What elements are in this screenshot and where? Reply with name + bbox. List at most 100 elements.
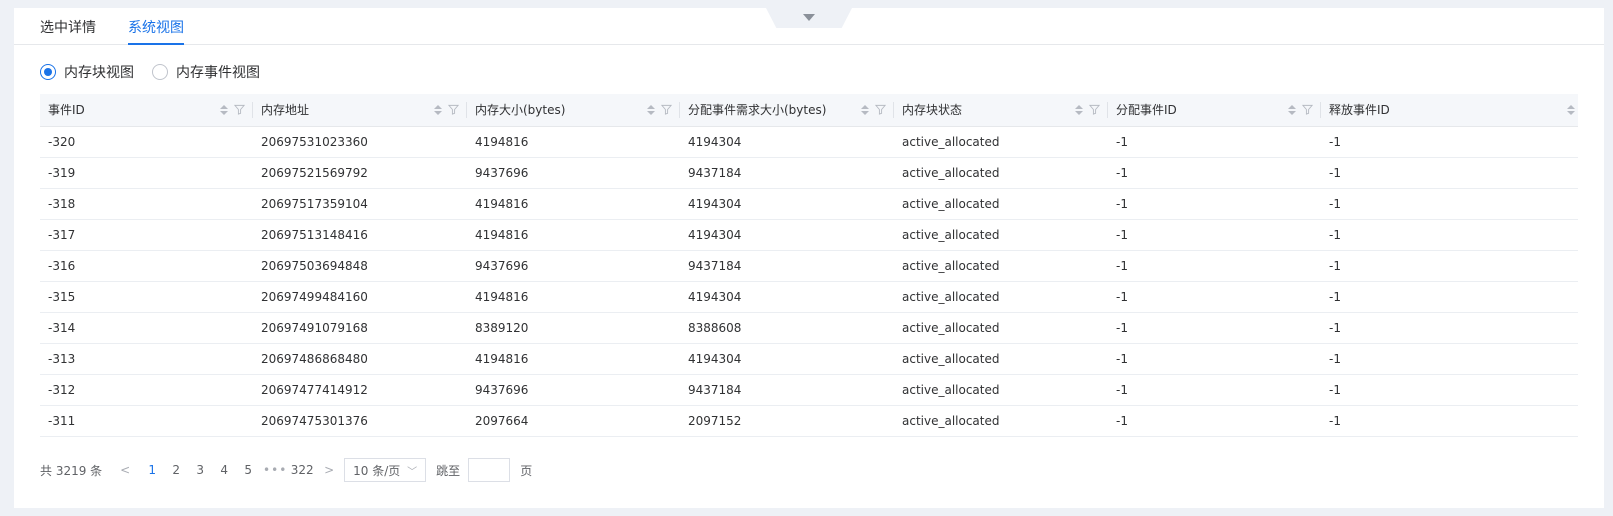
- filter-icon[interactable]: [875, 104, 886, 115]
- radio-checked-icon: [40, 64, 56, 80]
- table-cell: -317: [40, 219, 253, 251]
- column-header[interactable]: 事件ID: [40, 94, 253, 127]
- column-header[interactable]: 分配事件ID: [1108, 94, 1321, 127]
- column-header[interactable]: 分配事件需求大小(bytes): [680, 94, 894, 127]
- table-cell: -1: [1321, 374, 1578, 406]
- sort-icon[interactable]: [861, 104, 869, 115]
- column-header-label: 事件ID: [48, 103, 85, 118]
- filter-icon[interactable]: [448, 104, 459, 115]
- sort-icon[interactable]: [220, 104, 228, 115]
- filter-icon[interactable]: [1302, 104, 1313, 115]
- table-cell: 4194816: [467, 343, 680, 375]
- view-mode-radio-group: 内存块视图 内存事件视图: [40, 62, 260, 82]
- table-row[interactable]: -319 20697521569792 9437696 9437184 active_a…: [40, 157, 1578, 189]
- tab-system-view[interactable]: 系统视图: [128, 8, 184, 45]
- radio-memory-event-view[interactable]: 内存事件视图: [152, 62, 260, 82]
- caret-down-icon: [803, 14, 815, 21]
- table-cell: -1: [1108, 250, 1321, 282]
- table-cell: -318: [40, 188, 253, 220]
- table-cell: 4194816: [467, 188, 680, 220]
- filter-icon[interactable]: [661, 104, 672, 115]
- sort-icon[interactable]: [647, 104, 655, 115]
- collapse-panel-button[interactable]: [766, 8, 852, 28]
- table-row[interactable]: -320 20697531023360 4194816 4194304 active_a…: [40, 126, 1578, 158]
- table-cell: -315: [40, 281, 253, 313]
- table-cell: 4194304: [680, 343, 894, 375]
- table-cell: -1: [1321, 312, 1578, 344]
- table-row[interactable]: -313 20697486868480 4194816 4194304 active_a…: [40, 343, 1578, 375]
- table-cell: active_allocated: [894, 281, 1108, 313]
- table-cell: -312: [40, 374, 253, 406]
- radio-memory-block-view[interactable]: 内存块视图: [40, 62, 134, 82]
- table-row[interactable]: -314 20697491079168 8389120 8388608 active_a…: [40, 312, 1578, 344]
- table-cell: 4194304: [680, 188, 894, 220]
- memory-block-table: 事件ID 内存地址 内存大小(bytes) 分配事件需求大小(bytes) 内存块状态 分…: [40, 94, 1578, 437]
- table-cell: 20697499484160: [253, 281, 467, 313]
- tab-selected-details[interactable]: 选中详情: [40, 8, 96, 44]
- table-cell: -319: [40, 157, 253, 189]
- column-header-label: 分配事件ID: [1116, 103, 1177, 118]
- table-cell: 9437184: [680, 157, 894, 189]
- table-cell: -1: [1321, 281, 1578, 313]
- table-cell: 20697503694848: [253, 250, 467, 282]
- table-cell: active_allocated: [894, 126, 1108, 158]
- sort-icon[interactable]: [434, 104, 442, 115]
- table-cell: 8389120: [467, 312, 680, 344]
- page-1[interactable]: 1: [140, 463, 164, 477]
- goto-label: 跳至: [436, 463, 461, 478]
- table-cell: -1: [1108, 219, 1321, 251]
- column-header[interactable]: 内存地址: [253, 94, 467, 127]
- goto-unit: 页: [520, 463, 533, 478]
- table-cell: 20697475301376: [253, 405, 467, 437]
- table-cell: active_allocated: [894, 250, 1108, 282]
- chevron-left-icon[interactable]: <: [116, 463, 134, 477]
- table-cell: -313: [40, 343, 253, 375]
- column-header-label: 内存地址: [261, 103, 310, 118]
- table-cell: 9437696: [467, 157, 680, 189]
- page-2[interactable]: 2: [164, 463, 188, 477]
- page-size-select[interactable]: 10 条/页 ﹀: [344, 458, 427, 482]
- chevron-down-icon: ﹀: [407, 466, 418, 478]
- chevron-right-icon[interactable]: >: [320, 463, 338, 477]
- memory-table-container[interactable]: 事件ID 内存地址 内存大小(bytes) 分配事件需求大小(bytes) 内存块状态 分…: [40, 94, 1578, 437]
- table-cell: 4194304: [680, 126, 894, 158]
- table-body: -320 20697531023360 4194816 4194304 active_a…: [40, 126, 1578, 437]
- table-cell: 4194816: [467, 281, 680, 313]
- table-cell: 4194304: [680, 219, 894, 251]
- table-cell: -1: [1108, 281, 1321, 313]
- table-cell: -1: [1321, 157, 1578, 189]
- table-row[interactable]: -316 20697503694848 9437696 9437184 active_a…: [40, 250, 1578, 282]
- sort-icon[interactable]: [1075, 104, 1083, 115]
- table-cell: 20697491079168: [253, 312, 467, 344]
- sort-icon[interactable]: [1288, 104, 1296, 115]
- sort-icon[interactable]: [1567, 104, 1575, 115]
- page-4[interactable]: 4: [212, 463, 236, 477]
- table-row[interactable]: -312 20697477414912 9437696 9437184 active_a…: [40, 374, 1578, 406]
- column-header[interactable]: 内存块状态: [894, 94, 1108, 127]
- filter-icon[interactable]: [1089, 104, 1100, 115]
- table-cell: 20697477414912: [253, 374, 467, 406]
- table-cell: -1: [1108, 374, 1321, 406]
- table-row[interactable]: -318 20697517359104 4194816 4194304 active_a…: [40, 188, 1578, 220]
- more-pages-icon[interactable]: •••: [260, 463, 290, 477]
- table-cell: active_allocated: [894, 343, 1108, 375]
- table-row[interactable]: -315 20697499484160 4194816 4194304 active_a…: [40, 281, 1578, 313]
- table-header-row: 事件ID 内存地址 内存大小(bytes) 分配事件需求大小(bytes) 内存块状态 分…: [40, 94, 1578, 127]
- column-header[interactable]: 释放事件ID: [1321, 94, 1578, 127]
- page-5[interactable]: 5: [236, 463, 260, 477]
- column-header-label: 内存大小(bytes): [475, 103, 566, 118]
- column-header[interactable]: 内存大小(bytes): [467, 94, 680, 127]
- page-3[interactable]: 3: [188, 463, 212, 477]
- table-cell: 2097152: [680, 405, 894, 437]
- table-cell: 20697513148416: [253, 219, 467, 251]
- page-last[interactable]: 322: [290, 463, 314, 477]
- table-cell: -1: [1108, 157, 1321, 189]
- table-cell: -314: [40, 312, 253, 344]
- table-cell: 9437184: [680, 250, 894, 282]
- table-row[interactable]: -317 20697513148416 4194816 4194304 active_a…: [40, 219, 1578, 251]
- table-cell: -1: [1108, 188, 1321, 220]
- filter-icon[interactable]: [234, 104, 245, 115]
- goto-page-input[interactable]: [468, 458, 511, 482]
- table-row[interactable]: -311 20697475301376 2097664 2097152 active_a…: [40, 405, 1578, 437]
- page-size-value: 10 条/页: [353, 463, 401, 478]
